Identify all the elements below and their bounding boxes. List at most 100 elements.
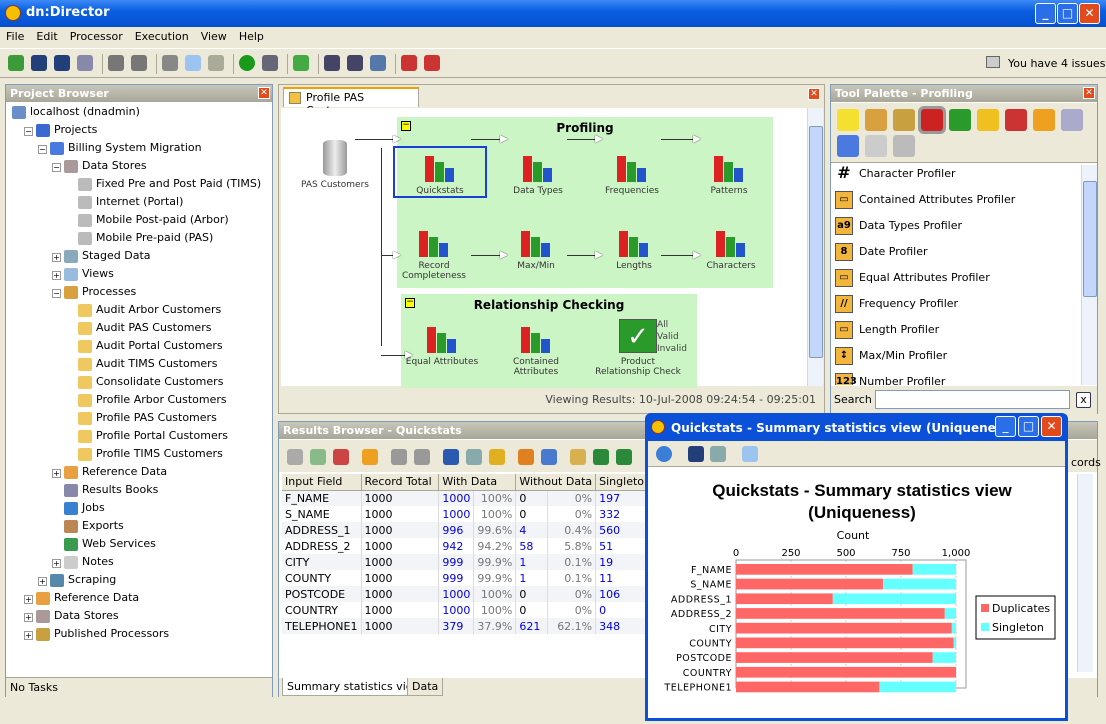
close-button[interactable]: ✕ xyxy=(1079,3,1100,24)
save-icon[interactable] xyxy=(688,446,704,462)
expand-toggle[interactable]: + xyxy=(52,253,61,262)
palette-scrollbar[interactable] xyxy=(1081,165,1097,385)
copy-icon[interactable] xyxy=(742,446,758,462)
expand-toggle[interactable]: + xyxy=(24,613,33,622)
issues-link[interactable]: You have 4 issues xyxy=(1008,57,1105,70)
tree-item[interactable]: Consolidate Customers xyxy=(78,375,223,393)
cut-icon[interactable] xyxy=(162,55,178,71)
palette-item[interactable]: ↕ Max/Min Profiler xyxy=(835,347,947,373)
table-row[interactable]: F_NAME 1000 1000 100% 0 0% 197 xyxy=(282,490,648,506)
table-row[interactable]: COUNTRY 1000 1000 100% 0 0% 0 xyxy=(282,602,648,618)
tree-item[interactable]: Mobile Pre-paid (PAS) xyxy=(78,231,213,249)
palette-item[interactable]: # Character Profiler xyxy=(835,165,955,191)
menu-help[interactable]: Help xyxy=(239,30,264,43)
tree-item[interactable]: Published Processors xyxy=(36,627,169,645)
results-tab[interactable]: Data xyxy=(407,678,444,696)
tree-item[interactable]: Profile Arbor Customers xyxy=(78,393,227,411)
processor-node[interactable]: Max/Min xyxy=(491,223,581,271)
processor-node[interactable]: Equal Attributes xyxy=(397,319,487,367)
new-process-icon[interactable] xyxy=(293,55,309,71)
expand-toggle[interactable]: + xyxy=(52,469,61,478)
tree-item[interactable]: Staged Data xyxy=(64,249,151,267)
people-icon[interactable] xyxy=(837,135,859,157)
expand-toggle[interactable]: + xyxy=(52,559,61,568)
tree-item[interactable]: Web Services xyxy=(64,537,156,555)
results-tab[interactable]: Summary statistics view xyxy=(282,678,427,696)
tree-item[interactable]: Profile PAS Customers xyxy=(78,411,217,429)
find-next-icon[interactable] xyxy=(347,55,363,71)
results-scrollbar[interactable] xyxy=(1077,474,1093,672)
processor-node[interactable]: Frequencies xyxy=(587,148,677,196)
tree-item[interactable]: Audit Portal Customers xyxy=(78,339,223,357)
table-row[interactable]: TELEPHONE1 1000 379 37.9% 621 62.1% 348 xyxy=(282,618,648,634)
popup-minimize-button[interactable]: _ xyxy=(995,416,1016,437)
output-port[interactable]: Invalid xyxy=(657,344,687,354)
processor-node[interactable]: Quickstats xyxy=(393,146,487,198)
canvas-scrollbar[interactable] xyxy=(807,108,823,386)
table-row[interactable]: CITY 1000 999 99.9% 1 0.1% 19 xyxy=(282,554,648,570)
menu-edit[interactable]: Edit xyxy=(36,30,57,43)
merge-icon[interactable] xyxy=(1005,109,1027,131)
table-row[interactable]: ADDRESS_2 1000 942 94.2% 58 5.8% 51 xyxy=(282,538,648,554)
output-port[interactable]: All xyxy=(657,320,668,330)
expand-toggle[interactable]: + xyxy=(38,577,47,586)
run-icon[interactable] xyxy=(239,55,255,71)
expand-toggle[interactable]: + xyxy=(52,271,61,280)
tree-item[interactable]: Processes xyxy=(64,285,136,303)
maximize-button[interactable]: □ xyxy=(1057,3,1078,24)
tree-item[interactable]: Audit Arbor Customers xyxy=(78,303,221,321)
output-port[interactable]: Valid xyxy=(657,332,679,342)
copy-icon[interactable] xyxy=(185,55,201,71)
favorites-icon[interactable] xyxy=(837,109,859,131)
book-icon[interactable] xyxy=(1061,109,1083,131)
palette-item[interactable]: 8 Date Profiler xyxy=(835,243,928,269)
menu-view[interactable]: View xyxy=(201,30,227,43)
database-icon[interactable] xyxy=(893,135,915,157)
column-header[interactable]: With Data xyxy=(438,474,517,491)
tree-item[interactable]: Profile Portal Customers xyxy=(78,429,228,447)
save-all-icon[interactable] xyxy=(54,55,70,71)
collapse-toggle[interactable]: − xyxy=(52,289,61,298)
tree-item[interactable]: Scraping xyxy=(50,573,116,591)
tree-item[interactable]: Jobs xyxy=(64,501,105,519)
redo-icon[interactable] xyxy=(131,55,147,71)
tree-item[interactable]: Views xyxy=(64,267,114,285)
palette-item[interactable]: 123 Number Profiler xyxy=(835,373,945,385)
column-header[interactable]: Record Total xyxy=(361,474,440,491)
tree-item[interactable]: Fixed Pre and Post Paid (TIMS) xyxy=(78,177,261,195)
tree-item[interactable]: Billing System Migration xyxy=(50,141,202,159)
processor-node[interactable]: Patterns xyxy=(684,148,774,196)
print-icon[interactable] xyxy=(710,446,726,462)
expand-toggle[interactable]: + xyxy=(24,631,33,640)
tree-item[interactable]: Profile TIMS Customers xyxy=(78,447,223,465)
palette-item[interactable]: a9 Data Types Profiler xyxy=(835,217,962,243)
match-icon[interactable] xyxy=(977,109,999,131)
pie-chart-icon[interactable] xyxy=(518,449,534,465)
info-icon[interactable] xyxy=(443,449,459,465)
connect-icon[interactable] xyxy=(8,55,24,71)
paste-icon[interactable] xyxy=(208,55,224,71)
validate-icon[interactable] xyxy=(949,109,971,131)
processor-node[interactable]: Data Types xyxy=(493,148,583,196)
table-row[interactable]: COUNTY 1000 999 99.9% 1 0.1% 11 xyxy=(282,570,648,586)
minimize-button[interactable]: _ xyxy=(1035,3,1056,24)
tree-item[interactable]: Audit PAS Customers xyxy=(78,321,211,339)
save-icon[interactable] xyxy=(31,55,47,71)
db-remove-icon[interactable] xyxy=(414,449,430,465)
transform-icon[interactable] xyxy=(893,109,915,131)
home-icon[interactable] xyxy=(333,449,349,465)
refresh-icon[interactable] xyxy=(310,449,326,465)
menu-execution[interactable]: Execution xyxy=(135,30,189,43)
back-icon[interactable] xyxy=(287,449,303,465)
palette-item[interactable]: ▭ Contained Attributes Profiler xyxy=(835,191,1015,217)
table-row[interactable]: S_NAME 1000 1000 100% 0 0% 332 xyxy=(282,506,648,522)
palette-item[interactable]: ▭ Equal Attributes Profiler xyxy=(835,269,990,295)
screen-icon[interactable] xyxy=(370,55,386,71)
calendar-icon[interactable] xyxy=(401,55,417,71)
tree-item[interactable]: Reference Data xyxy=(64,465,167,483)
close-panel-button[interactable]: ✕ xyxy=(1083,87,1095,99)
audit-icon[interactable] xyxy=(865,109,887,131)
source-node[interactable]: PAS Customers xyxy=(290,140,380,190)
tree-item[interactable]: Data Stores xyxy=(64,159,147,177)
db-add-icon[interactable] xyxy=(391,449,407,465)
